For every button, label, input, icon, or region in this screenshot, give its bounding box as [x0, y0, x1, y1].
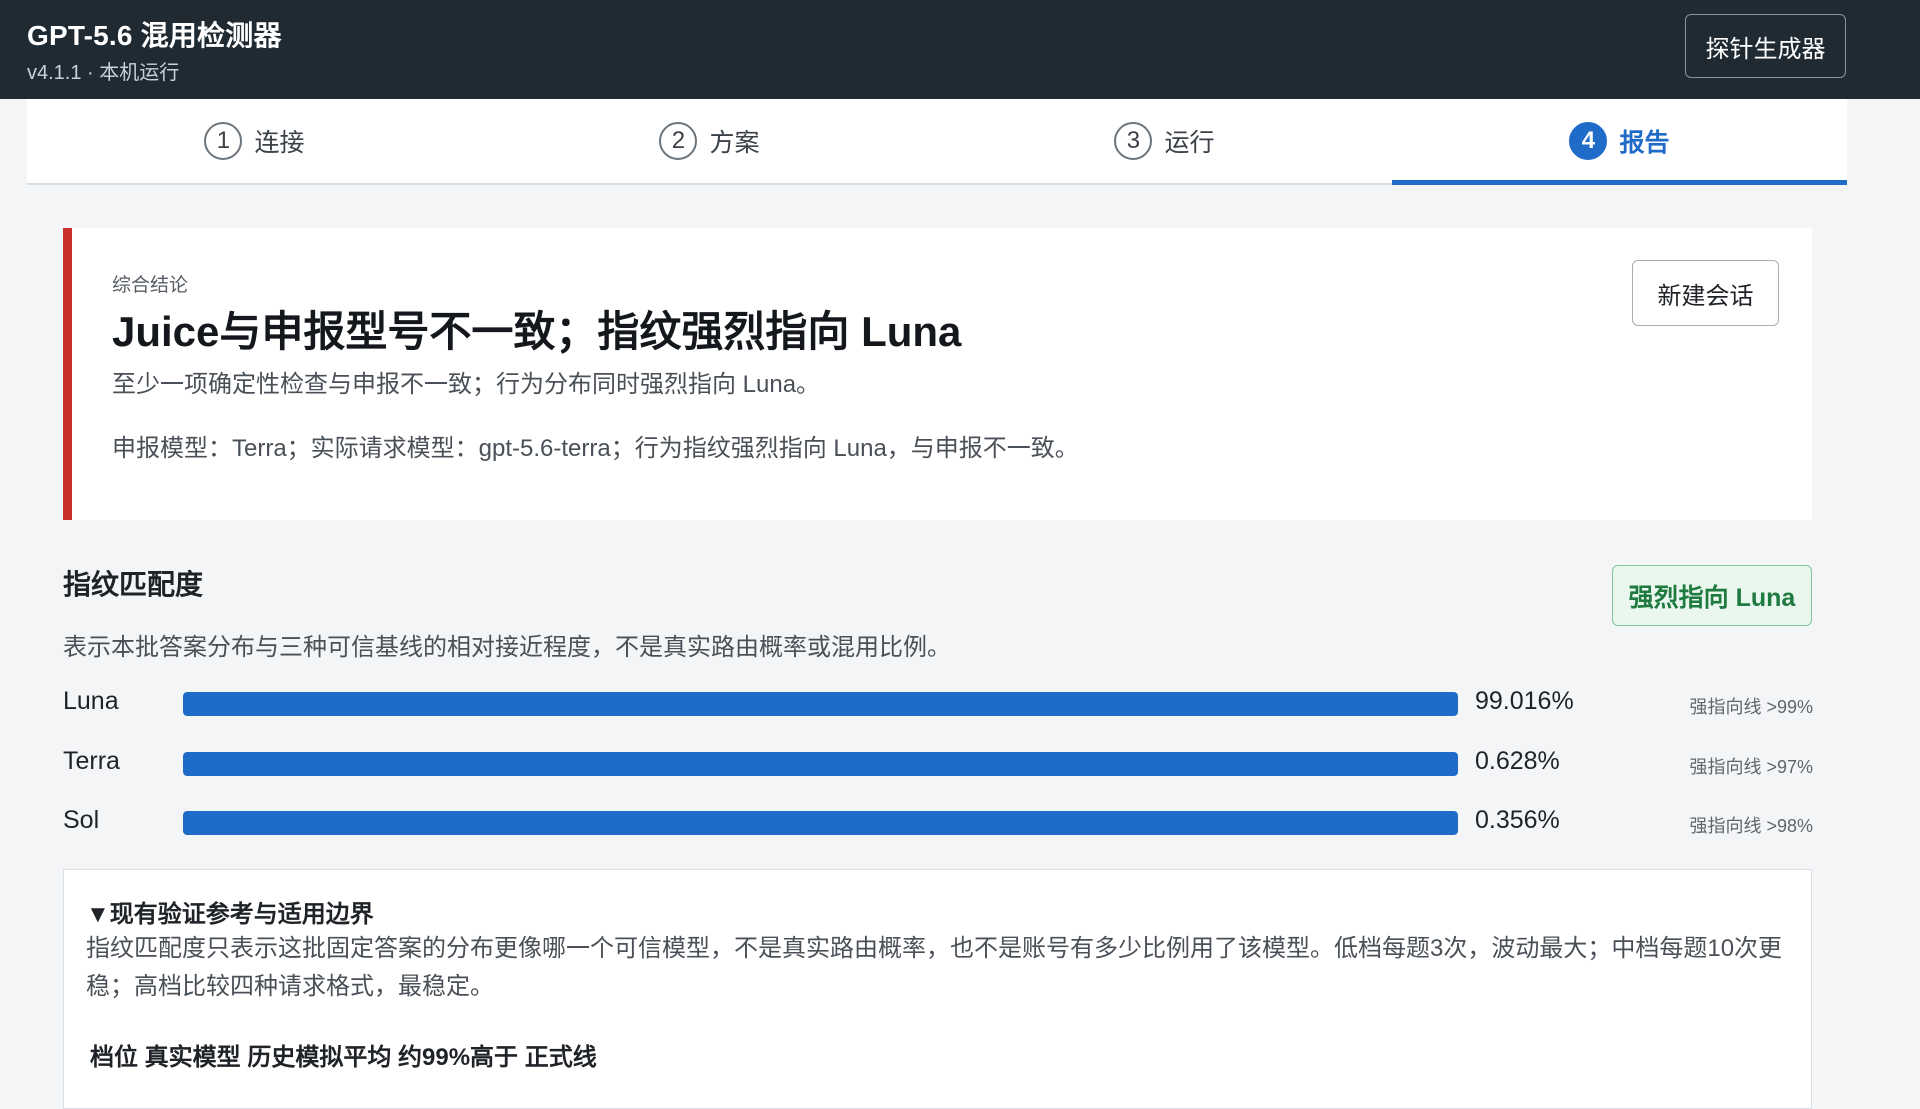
reference-text: 指纹匹配度只表示这批固定答案的分布更像哪一个可信模型，不是真实路由概率，也不是账…	[86, 935, 1783, 1000]
fingerprint-verdict-badge: 强烈指向 Luna	[1612, 565, 1812, 626]
conclusion-description: 至少一项确定性检查与申报不一致；行为分布同时强烈指向 Luna。	[112, 371, 821, 398]
model-name: Luna	[63, 687, 119, 715]
step-label: 运行	[1164, 129, 1215, 157]
model-name: Sol	[63, 806, 100, 834]
strong-threshold: 强指向线 >97%	[1689, 757, 1813, 777]
step-label: 连接	[254, 129, 305, 157]
match-percent: 0.628%	[1475, 747, 1560, 775]
fingerprint-row-luna: Luna 99.016% 强指向线 >99%	[63, 683, 1813, 723]
conclusion-kicker: 综合结论	[112, 275, 189, 296]
strong-threshold: 强指向线 >98%	[1689, 816, 1813, 836]
match-percent: 99.016%	[1475, 687, 1574, 715]
new-session-button[interactable]: 新建会话	[1632, 260, 1779, 326]
step-tabs: 1 连接 2 方案 3 运行 4 报告	[27, 99, 1847, 185]
fingerprint-description: 表示本批答案分布与三种可信基线的相对接近程度，不是真实路由概率或混用比例。	[63, 634, 951, 661]
match-bar-track	[183, 692, 1458, 716]
step-number: 3	[1114, 122, 1153, 160]
step-label: 报告	[1619, 129, 1670, 157]
conclusion-detail: 申报模型：Terra；实际请求模型：gpt-5.6-terra；行为指纹强烈指向…	[112, 435, 1079, 462]
fingerprint-row-terra: Terra 0.628% 强指向线 >97%	[63, 743, 1813, 783]
step-connect[interactable]: 1 连接	[27, 99, 482, 183]
step-run[interactable]: 3 运行	[937, 99, 1392, 183]
app-title: GPT-5.6 混用检测器	[27, 20, 282, 51]
model-name: Terra	[63, 747, 120, 775]
step-report[interactable]: 4 报告	[1392, 99, 1847, 185]
match-bar-fill	[183, 692, 1458, 716]
step-label: 方案	[709, 129, 760, 157]
match-percent: 0.356%	[1475, 806, 1560, 834]
app-version: v4.1.1 · 本机运行	[27, 62, 180, 84]
step-number: 2	[659, 122, 698, 160]
match-bar-track	[183, 752, 1458, 776]
step-number: 1	[204, 122, 243, 160]
reference-table-header: 档位 真实模型 历史模拟平均 约99%高于 正式线	[90, 1044, 597, 1071]
strong-threshold: 强指向线 >99%	[1689, 697, 1813, 717]
reference-toggle[interactable]: ▼现有验证参考与适用边界	[86, 894, 374, 929]
app-header: GPT-5.6 混用检测器 v4.1.1 · 本机运行 探针生成器	[0, 0, 1920, 99]
match-bar-fill	[183, 811, 1458, 835]
match-bar-fill	[183, 752, 1458, 776]
step-number: 4	[1569, 122, 1608, 160]
conclusion-title: Juice与申报型号不一致；指纹强烈指向 Luna	[112, 308, 962, 355]
probe-generator-button[interactable]: 探针生成器	[1685, 14, 1846, 78]
match-bar-track	[183, 811, 1458, 835]
fingerprint-row-sol: Sol 0.356% 强指向线 >98%	[63, 802, 1813, 842]
conclusion-card: 综合结论 Juice与申报型号不一致；指纹强烈指向 Luna 至少一项确定性检查…	[63, 228, 1812, 520]
step-plan[interactable]: 2 方案	[482, 99, 937, 183]
fingerprint-title: 指纹匹配度	[63, 569, 204, 600]
verification-reference-panel: ▼现有验证参考与适用边界 指纹匹配度只表示这批固定答案的分布更像哪一个可信模型，…	[63, 869, 1812, 1109]
